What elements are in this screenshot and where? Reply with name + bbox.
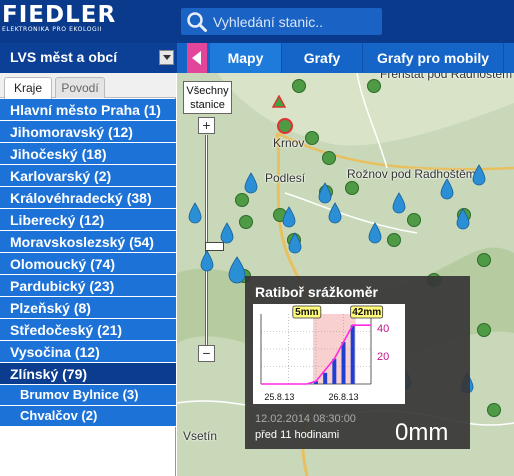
chart-y-tick-label: 40 [377, 323, 389, 335]
chart-annotation-label: 42mm [352, 307, 381, 318]
region-item[interactable]: Karlovarský (2) [0, 165, 176, 187]
tab-mapy[interactable]: Mapy [210, 43, 281, 73]
region-item[interactable]: Liberecký (12) [0, 209, 176, 231]
sidebar-subtabs: Kraje Povodí [0, 73, 176, 99]
region-list: Hlavní město Praha (1) Jihomoravský (12)… [0, 99, 176, 427]
network-select-label: LVS měst a obcí [10, 49, 118, 65]
region-item[interactable]: Královéhradecký (38) [0, 187, 176, 209]
logo-main-text: FIEDLER [2, 2, 117, 28]
region-item[interactable]: Vysočina (12) [0, 341, 176, 363]
collapse-sidebar-button[interactable] [187, 43, 207, 73]
search-icon [187, 12, 207, 32]
tab-grafy-pro-mobily[interactable]: Grafy pro mobily [363, 43, 503, 73]
rainfall-chart[interactable]: 40 20 25.8.13 26.8.13 5mm 42mm [253, 304, 405, 404]
chart-x-tick-label: 25.8.13 [264, 392, 294, 402]
popup-ago: před 11 hodinami [255, 429, 340, 441]
region-item[interactable]: Plzeňský (8) [0, 297, 176, 319]
region-item[interactable]: Jihočeský (18) [0, 143, 176, 165]
region-item[interactable]: Pardubický (23) [0, 275, 176, 297]
subregion-item[interactable]: Brumov Bylnice (3) [0, 385, 176, 406]
chart-y-tick-label: 20 [377, 351, 389, 363]
nav-bar: LVS měst a obcí Mapy Grafy Grafy pro mob… [0, 43, 514, 73]
region-item[interactable]: Jihomoravský (12) [0, 121, 176, 143]
popup-date: 12.02.2014 08:30:00 [255, 413, 356, 425]
region-item[interactable]: Olomoucký (74) [0, 253, 176, 275]
region-item[interactable]: Moravskoslezský (54) [0, 231, 176, 253]
tab-grafy[interactable]: Grafy [282, 43, 362, 73]
search-placeholder: Vyhledání stanic.. [213, 14, 323, 30]
subtab-kraje[interactable]: Kraje [4, 77, 52, 99]
chart-bar [341, 342, 346, 384]
sidebar: Kraje Povodí Hlavní město Praha (1) Jiho… [0, 73, 176, 476]
station-popup: Ratiboř srážkoměr 40 20 25.8.13 26.8.13 5mm 4… [245, 276, 470, 449]
region-item[interactable]: Středočeský (21) [0, 319, 176, 341]
fiedler-logo[interactable]: FIEDLER ELEKTRONIKA PRO EKOLOGII [2, 4, 116, 34]
search-input[interactable]: Vyhledání stanic.. [181, 8, 382, 35]
chart-annotation-label: 5mm [295, 307, 318, 318]
chart-x-tick-label: 26.8.13 [328, 392, 358, 402]
tab-separator [503, 43, 504, 73]
popup-title: Ratiboř srážkoměr [255, 284, 378, 300]
subtab-povodi[interactable]: Povodí [55, 77, 105, 98]
app-header: FIEDLER ELEKTRONIKA PRO EKOLOGII Vyhledá… [0, 0, 514, 43]
region-item-selected[interactable]: Zlínský (79) [0, 363, 176, 385]
region-item[interactable]: Hlavní město Praha (1) [0, 99, 176, 121]
chart-bar [350, 325, 355, 384]
subregion-item[interactable]: Chvalčov (2) [0, 406, 176, 427]
network-select[interactable]: LVS měst a obcí [0, 43, 177, 73]
popup-value: 0mm [395, 419, 449, 446]
chart-bar [323, 372, 328, 384]
chart-bar [332, 358, 337, 384]
chevron-down-icon[interactable] [159, 50, 174, 65]
logo-sub-text: ELEKTRONIKA PRO EKOLOGII [2, 26, 103, 33]
